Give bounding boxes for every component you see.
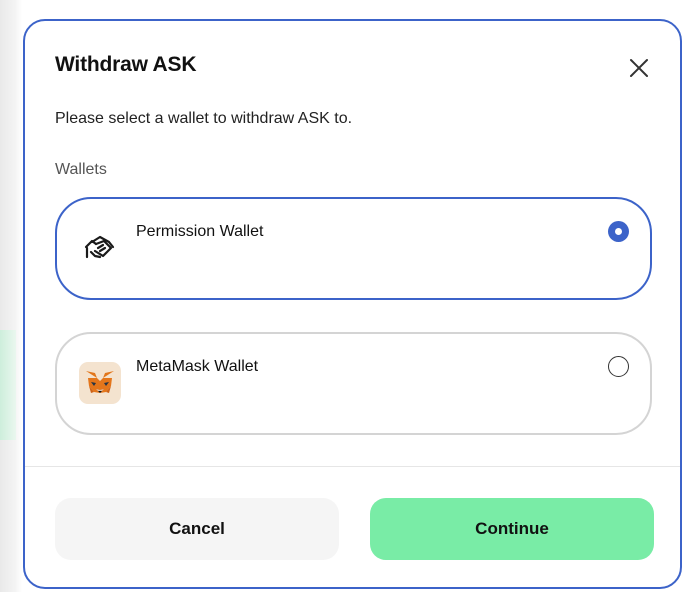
wallet-option-permission[interactable]: Permission Wallet <box>55 197 652 300</box>
backdrop-accent <box>0 330 16 440</box>
footer-divider <box>25 466 680 467</box>
wallets-section-label: Wallets <box>55 161 107 178</box>
modal-title: Withdraw ASK <box>55 53 197 76</box>
metamask-fox-icon <box>79 362 121 404</box>
wallet-option-metamask[interactable]: MetaMask Wallet <box>55 332 652 435</box>
handshake-icon <box>79 227 121 269</box>
wallet-name: Permission Wallet <box>136 223 264 240</box>
wallet-name: MetaMask Wallet <box>136 358 259 375</box>
radio-unselected[interactable] <box>608 356 629 377</box>
close-button[interactable] <box>625 54 653 82</box>
withdraw-modal: Withdraw ASK Please select a wallet to w… <box>23 19 682 589</box>
radio-selected[interactable] <box>608 221 629 242</box>
modal-subtitle: Please select a wallet to withdraw ASK t… <box>55 110 353 127</box>
backdrop <box>0 0 22 592</box>
continue-button[interactable]: Continue <box>370 498 654 560</box>
cancel-button[interactable]: Cancel <box>55 498 339 560</box>
close-icon <box>630 59 648 77</box>
